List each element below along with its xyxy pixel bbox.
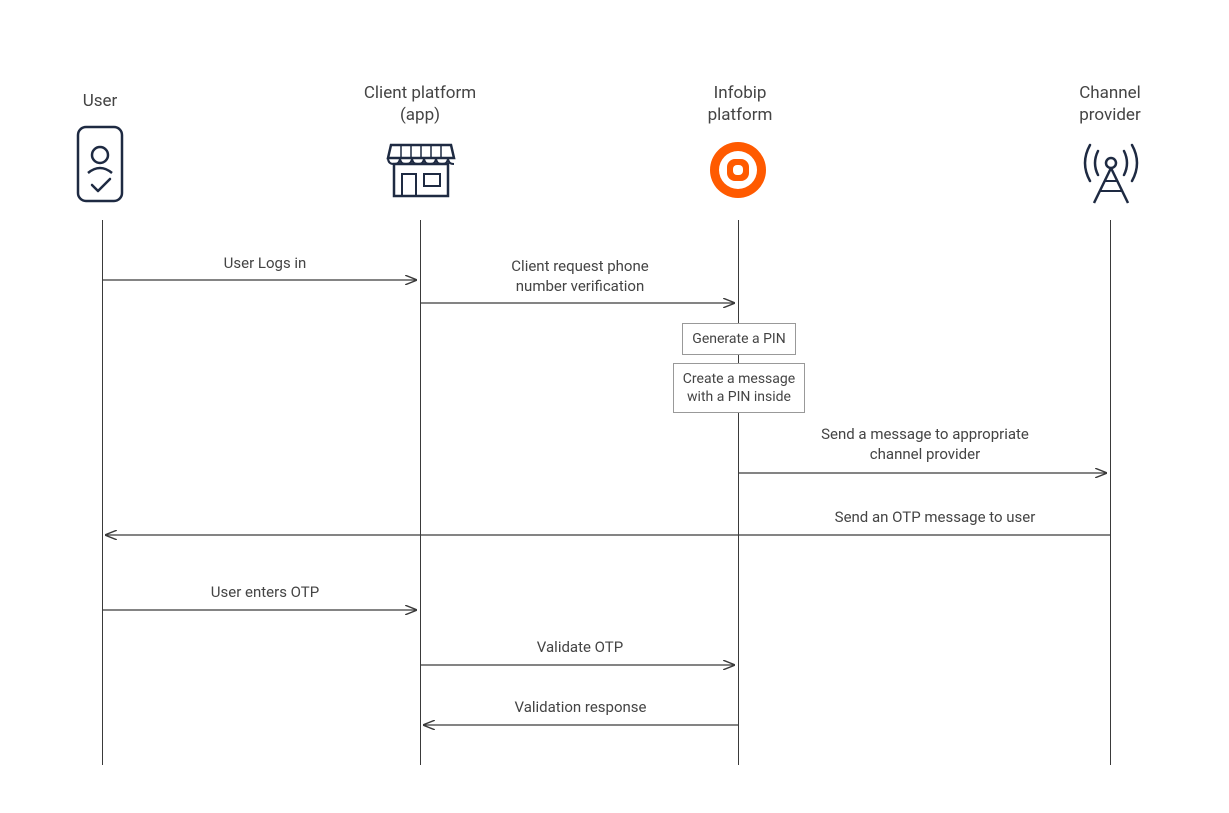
label-user-logs-in: User Logs in: [200, 254, 330, 274]
label-send-to-channel: Send a message to appropriate channel pr…: [810, 425, 1040, 464]
lifeline-user: [102, 220, 103, 765]
label-user-enters-otp: User enters OTP: [195, 583, 335, 603]
arrow-validation-response: [420, 720, 738, 730]
arrow-user-enters-otp: [102, 605, 420, 615]
user-phone-icon: [76, 125, 124, 207]
lifeline-infobip: [738, 220, 739, 765]
infobip-logo-icon: [708, 140, 768, 204]
arrow-send-to-channel: [738, 468, 1110, 478]
arrow-client-request-verification: [420, 298, 738, 308]
note-create-message: Create a message with a PIN inside: [673, 363, 805, 413]
arrow-validate-otp: [420, 660, 738, 670]
channel-tower-icon: [1076, 135, 1146, 209]
arrow-user-logs-in: [102, 275, 420, 285]
participant-channel-label: Channel provider: [1050, 82, 1170, 126]
lifeline-channel: [1110, 220, 1111, 765]
participant-infobip-label: Infobip platform: [680, 82, 800, 126]
client-storefront-icon: [386, 140, 456, 204]
label-validation-response: Validation response: [498, 698, 663, 718]
label-client-request-verification: Client request phone number verification: [490, 257, 670, 296]
note-generate-pin: Generate a PIN: [682, 323, 796, 355]
participant-client-label: Client platform (app): [340, 82, 500, 126]
participant-user-label: User: [70, 90, 130, 112]
label-send-otp-to-user: Send an OTP message to user: [820, 508, 1050, 528]
label-validate-otp: Validate OTP: [515, 638, 645, 658]
arrow-send-otp-to-user: [102, 530, 1110, 540]
